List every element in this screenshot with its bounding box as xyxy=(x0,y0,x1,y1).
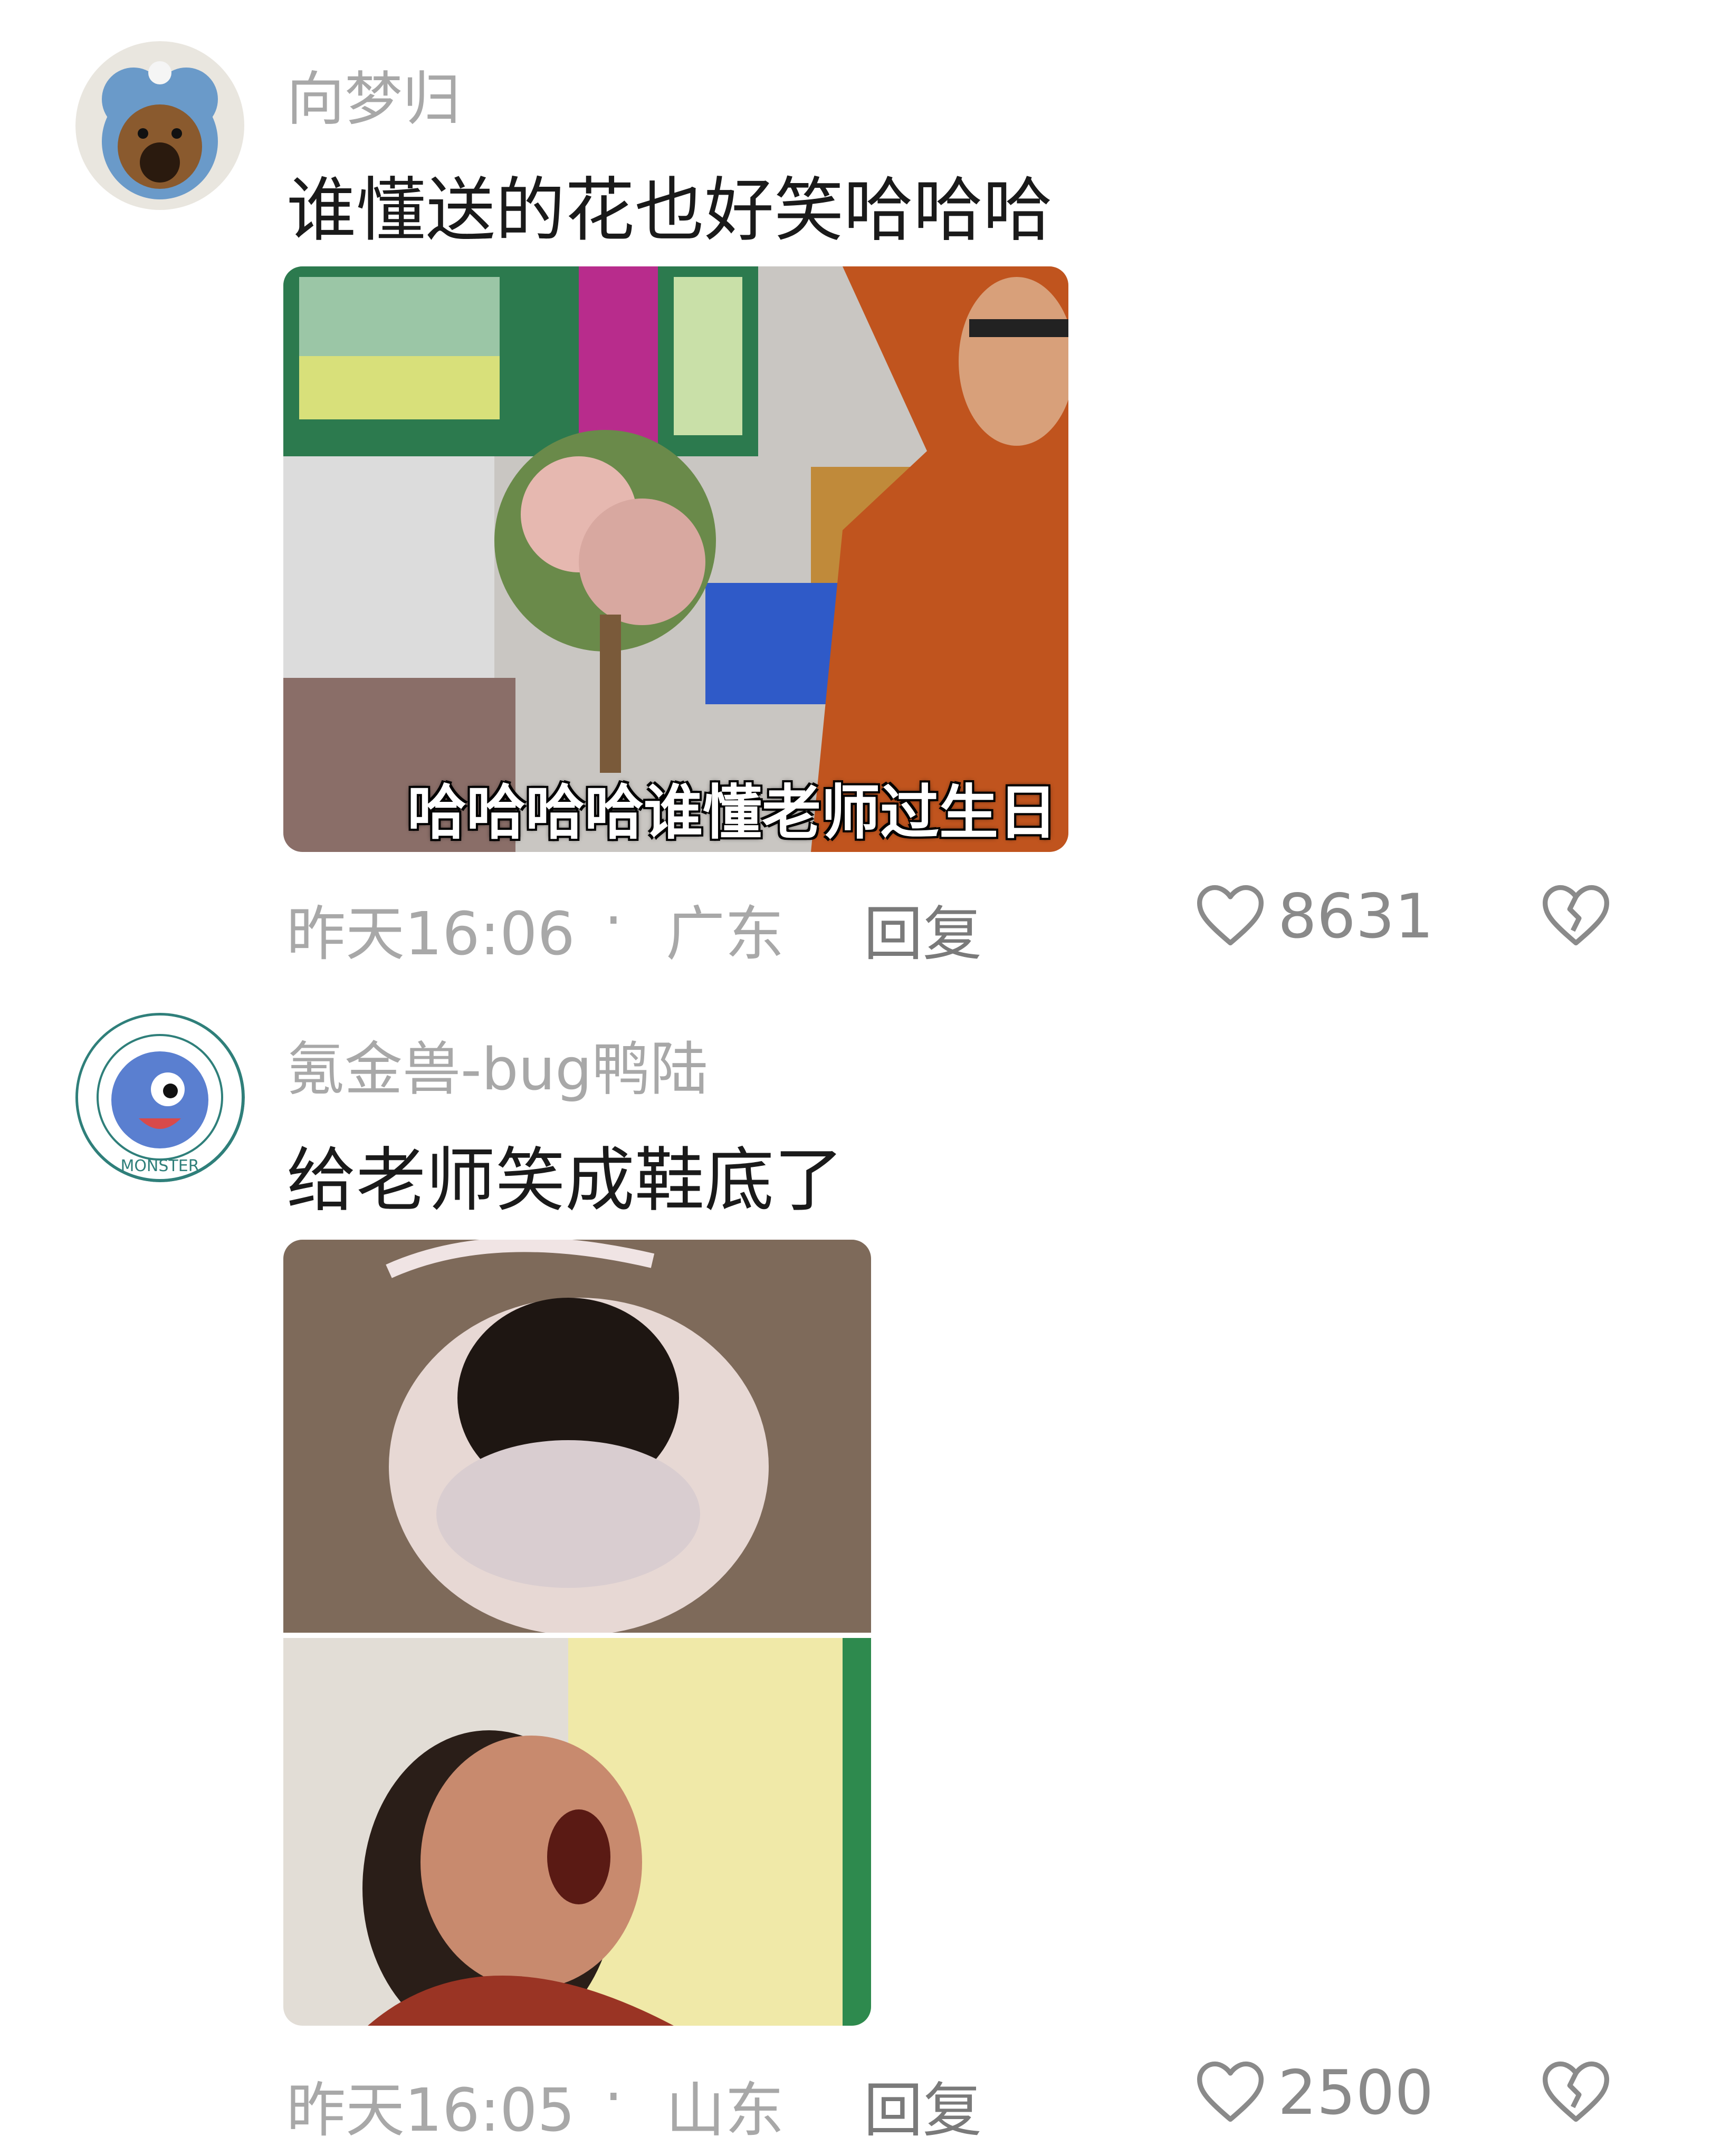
username[interactable]: 向梦归 xyxy=(286,52,461,136)
heart-outline-icon xyxy=(1193,878,1267,954)
comment-item: MONSTER 氪金兽-bug鸭陆 给老师笑成鞋底了 昨天16:05 · 山东 … xyxy=(0,1002,1711,2156)
comment-time: 昨天16:06 xyxy=(286,900,575,969)
avatar[interactable]: MONSTER xyxy=(75,1013,245,1182)
like-button[interactable]: 8631 xyxy=(1193,878,1433,954)
comment-image[interactable]: 哈哈哈哈谁懂老师过生日 xyxy=(283,266,1068,852)
meta-separator: · xyxy=(604,886,623,955)
avatar[interactable] xyxy=(75,41,245,210)
heart-outline-icon xyxy=(1193,2055,1267,2131)
like-count: 2500 xyxy=(1278,2057,1434,2129)
dislike-button[interactable] xyxy=(1539,2055,1613,2131)
meta-separator: · xyxy=(604,2063,623,2131)
reply-button[interactable]: 回复 xyxy=(864,2063,982,2148)
reply-button[interactable]: 回复 xyxy=(864,886,982,972)
username[interactable]: 氪金兽-bug鸭陆 xyxy=(286,1022,708,1106)
comment-time: 昨天16:05 xyxy=(286,2076,575,2145)
like-button[interactable]: 2500 xyxy=(1193,2055,1433,2131)
comment-image[interactable] xyxy=(283,1240,871,2026)
comment-location: 山东 xyxy=(666,2076,784,2145)
comment-item: 向梦归 谁懂送的花也好笑哈哈哈 哈哈哈哈谁懂老师过生日 昨天16:06 · 广东… xyxy=(0,0,1711,1002)
avatar-badge-text: MONSTER xyxy=(120,1157,199,1175)
comment-text: 谁懂送的花也好笑哈哈哈 xyxy=(286,170,1053,251)
like-count: 8631 xyxy=(1278,880,1434,952)
broken-heart-icon xyxy=(1539,2061,1613,2131)
dislike-button[interactable] xyxy=(1539,878,1613,954)
image-caption: 哈哈哈哈谁懂老师过生日 xyxy=(407,779,1057,847)
comment-text: 给老师笑成鞋底了 xyxy=(286,1140,844,1221)
broken-heart-icon xyxy=(1539,885,1613,954)
comment-location: 广东 xyxy=(666,900,784,969)
